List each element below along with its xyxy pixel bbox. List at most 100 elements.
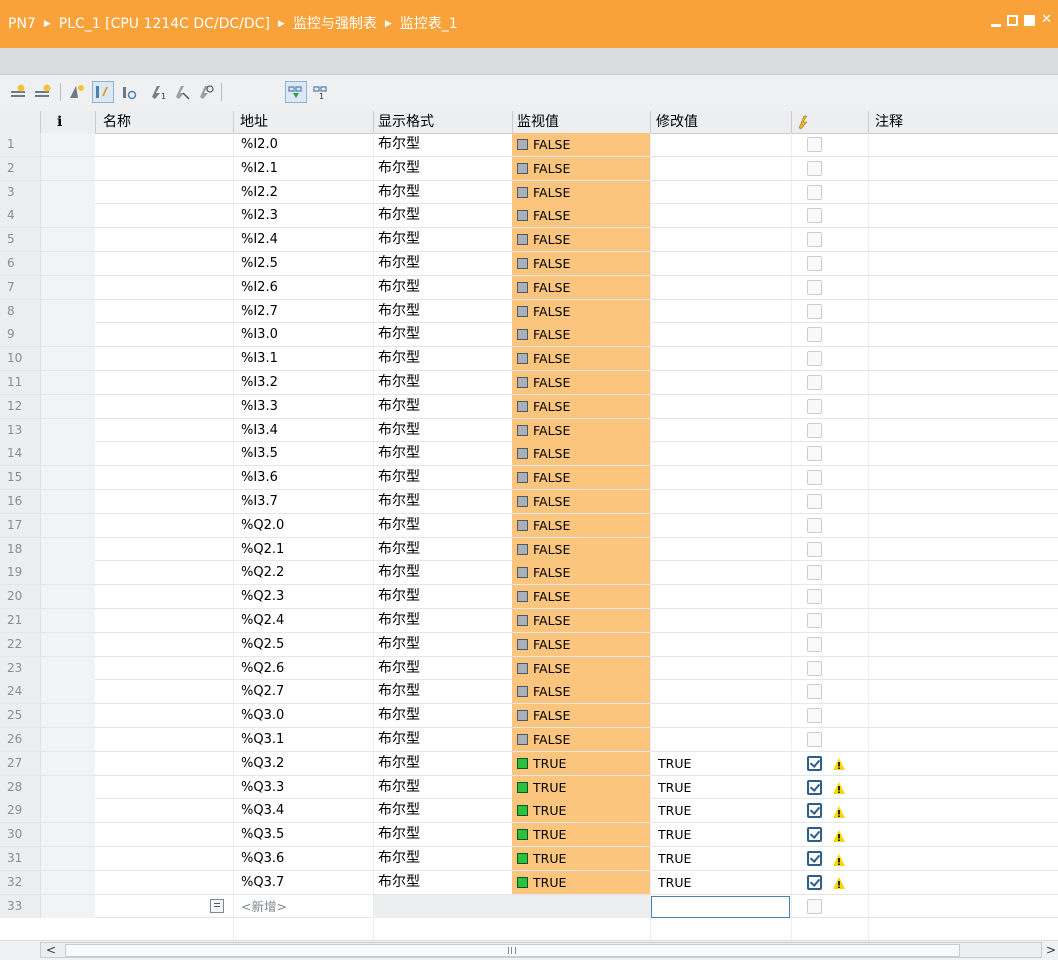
add-new-label[interactable]: <新增> — [233, 895, 373, 918]
modify-value-cell[interactable]: TRUE — [650, 871, 791, 894]
name-cell[interactable] — [95, 133, 233, 156]
row-number[interactable]: 18 — [0, 537, 40, 561]
force-checkbox-checked[interactable] — [807, 827, 822, 843]
row-number[interactable]: 33 — [0, 894, 40, 918]
modify-value-cell[interactable] — [650, 157, 791, 180]
name-cell[interactable] — [95, 442, 233, 465]
modify-value-cell[interactable] — [650, 133, 791, 156]
name-cell[interactable] — [95, 776, 233, 799]
row-number[interactable]: 8 — [0, 299, 40, 323]
comment-cell[interactable] — [868, 157, 1058, 180]
row-number[interactable]: 5 — [0, 228, 40, 252]
row-number[interactable]: 11 — [0, 371, 40, 394]
display-format-cell[interactable]: 布尔型 — [373, 752, 512, 775]
modify-value-cell[interactable] — [650, 538, 791, 561]
comment-cell[interactable] — [868, 752, 1058, 775]
force-checkbox[interactable] — [807, 137, 822, 152]
row-number[interactable]: 1 — [0, 133, 40, 156]
address-cell[interactable]: %I3.4 — [233, 419, 373, 442]
modify-value-cell[interactable] — [650, 395, 791, 418]
display-format-cell[interactable]: 布尔型 — [373, 728, 512, 751]
address-cell[interactable]: %I3.7 — [233, 490, 373, 513]
comment-cell[interactable] — [868, 466, 1058, 489]
table-row[interactable]: 1 %I2.0 布尔型 FALSE — [0, 133, 1058, 157]
comment-cell[interactable] — [868, 395, 1058, 418]
comment-cell[interactable] — [868, 133, 1058, 156]
comment-cell[interactable] — [868, 276, 1058, 299]
display-format-cell[interactable]: 布尔型 — [373, 585, 512, 608]
display-format-cell[interactable]: 布尔型 — [373, 228, 512, 251]
table-row[interactable]: 21 %Q2.4 布尔型 FALSE — [0, 609, 1058, 633]
table-row[interactable]: 24 %Q2.7 布尔型 FALSE — [0, 680, 1058, 705]
name-cell[interactable] — [95, 585, 233, 608]
row-number[interactable]: 9 — [0, 323, 40, 347]
display-format-cell[interactable]: 布尔型 — [373, 561, 512, 584]
name-cell[interactable] — [95, 752, 233, 775]
force-checkbox[interactable] — [807, 446, 822, 462]
modify-value-cell[interactable] — [650, 609, 791, 632]
modify-value-cell[interactable] — [650, 704, 791, 727]
force-icon[interactable]: 1 — [146, 81, 168, 103]
row-number[interactable]: 29 — [0, 799, 40, 823]
address-cell[interactable]: %I3.6 — [233, 466, 373, 489]
scroll-left-icon[interactable]: < — [44, 943, 58, 957]
address-cell[interactable]: %I3.0 — [233, 323, 373, 346]
row-number[interactable]: 30 — [0, 823, 40, 847]
modify-value-cell[interactable]: TRUE — [650, 776, 791, 799]
address-cell[interactable]: %Q2.7 — [233, 680, 373, 703]
force-checkbox[interactable] — [807, 494, 822, 509]
comment-cell[interactable] — [868, 585, 1058, 608]
force-checkbox[interactable] — [807, 208, 822, 224]
table-row[interactable]: 18 %Q2.1 布尔型 FALSE — [0, 537, 1058, 562]
address-cell[interactable]: %Q3.4 — [233, 799, 373, 822]
address-cell[interactable]: %I3.1 — [233, 347, 373, 370]
force-checkbox[interactable] — [807, 256, 822, 271]
row-number[interactable]: 19 — [0, 561, 40, 585]
address-cell[interactable]: %Q2.4 — [233, 609, 373, 632]
table-row[interactable]: 31 %Q3.6 布尔型 TRUE TRUE — [0, 847, 1058, 871]
row-number[interactable]: 31 — [0, 847, 40, 870]
row-number[interactable]: 6 — [0, 252, 40, 275]
display-format-cell[interactable]: 布尔型 — [373, 490, 512, 513]
display-format-cell[interactable]: 布尔型 — [373, 276, 512, 299]
comment-cell[interactable] — [868, 228, 1058, 251]
row-number[interactable]: 21 — [0, 609, 40, 632]
comment-cell[interactable] — [868, 323, 1058, 346]
table-row[interactable]: 10 %I3.1 布尔型 FALSE — [0, 347, 1058, 371]
row-number[interactable]: 22 — [0, 632, 40, 656]
display-format-cell[interactable]: 布尔型 — [373, 633, 512, 656]
force-checkbox[interactable] — [807, 541, 822, 557]
force-checkbox[interactable] — [807, 351, 822, 367]
name-cell[interactable] — [95, 300, 233, 323]
name-cell[interactable] — [95, 514, 233, 537]
name-cell[interactable] — [95, 490, 233, 513]
table-row[interactable]: 8 %I2.7 布尔型 FALSE — [0, 299, 1058, 324]
comment-cell[interactable] — [868, 347, 1058, 370]
table-row[interactable]: 4 %I2.3 布尔型 FALSE — [0, 204, 1058, 229]
display-format-cell[interactable]: 布尔型 — [373, 300, 512, 323]
force-checkbox[interactable] — [807, 732, 822, 747]
name-cell[interactable] — [95, 799, 233, 822]
display-format-cell[interactable]: 布尔型 — [373, 395, 512, 418]
address-cell[interactable]: %I2.4 — [233, 228, 373, 251]
row-number[interactable]: 2 — [0, 156, 40, 180]
modify-value-cell[interactable] — [650, 371, 791, 394]
name-cell[interactable] — [95, 276, 233, 299]
display-format-cell[interactable]: 布尔型 — [373, 371, 512, 394]
address-cell[interactable]: %Q3.0 — [233, 704, 373, 727]
modify-value-cell[interactable] — [650, 252, 791, 275]
address-cell[interactable]: %Q3.2 — [233, 752, 373, 775]
display-format-cell[interactable]: 布尔型 — [373, 538, 512, 561]
table-row[interactable]: 15 %I3.6 布尔型 FALSE — [0, 466, 1058, 490]
table-row[interactable]: 22 %Q2.5 布尔型 FALSE — [0, 632, 1058, 657]
address-cell[interactable]: %Q2.5 — [233, 633, 373, 656]
comment-cell[interactable] — [868, 371, 1058, 394]
table-row[interactable]: 28 %Q3.3 布尔型 TRUE TRUE — [0, 775, 1058, 800]
modify-value-cell[interactable]: TRUE — [650, 823, 791, 846]
breadcrumb-item-plc[interactable]: PLC_1 [CPU 1214C DC/DC/DC] — [59, 0, 270, 48]
modify-value-cell[interactable] — [650, 633, 791, 656]
row-number[interactable]: 27 — [0, 751, 40, 775]
address-cell[interactable]: %I3.2 — [233, 371, 373, 394]
horizontal-scrollbar[interactable]: < > — [0, 940, 1058, 960]
float-icon[interactable] — [1007, 14, 1019, 26]
